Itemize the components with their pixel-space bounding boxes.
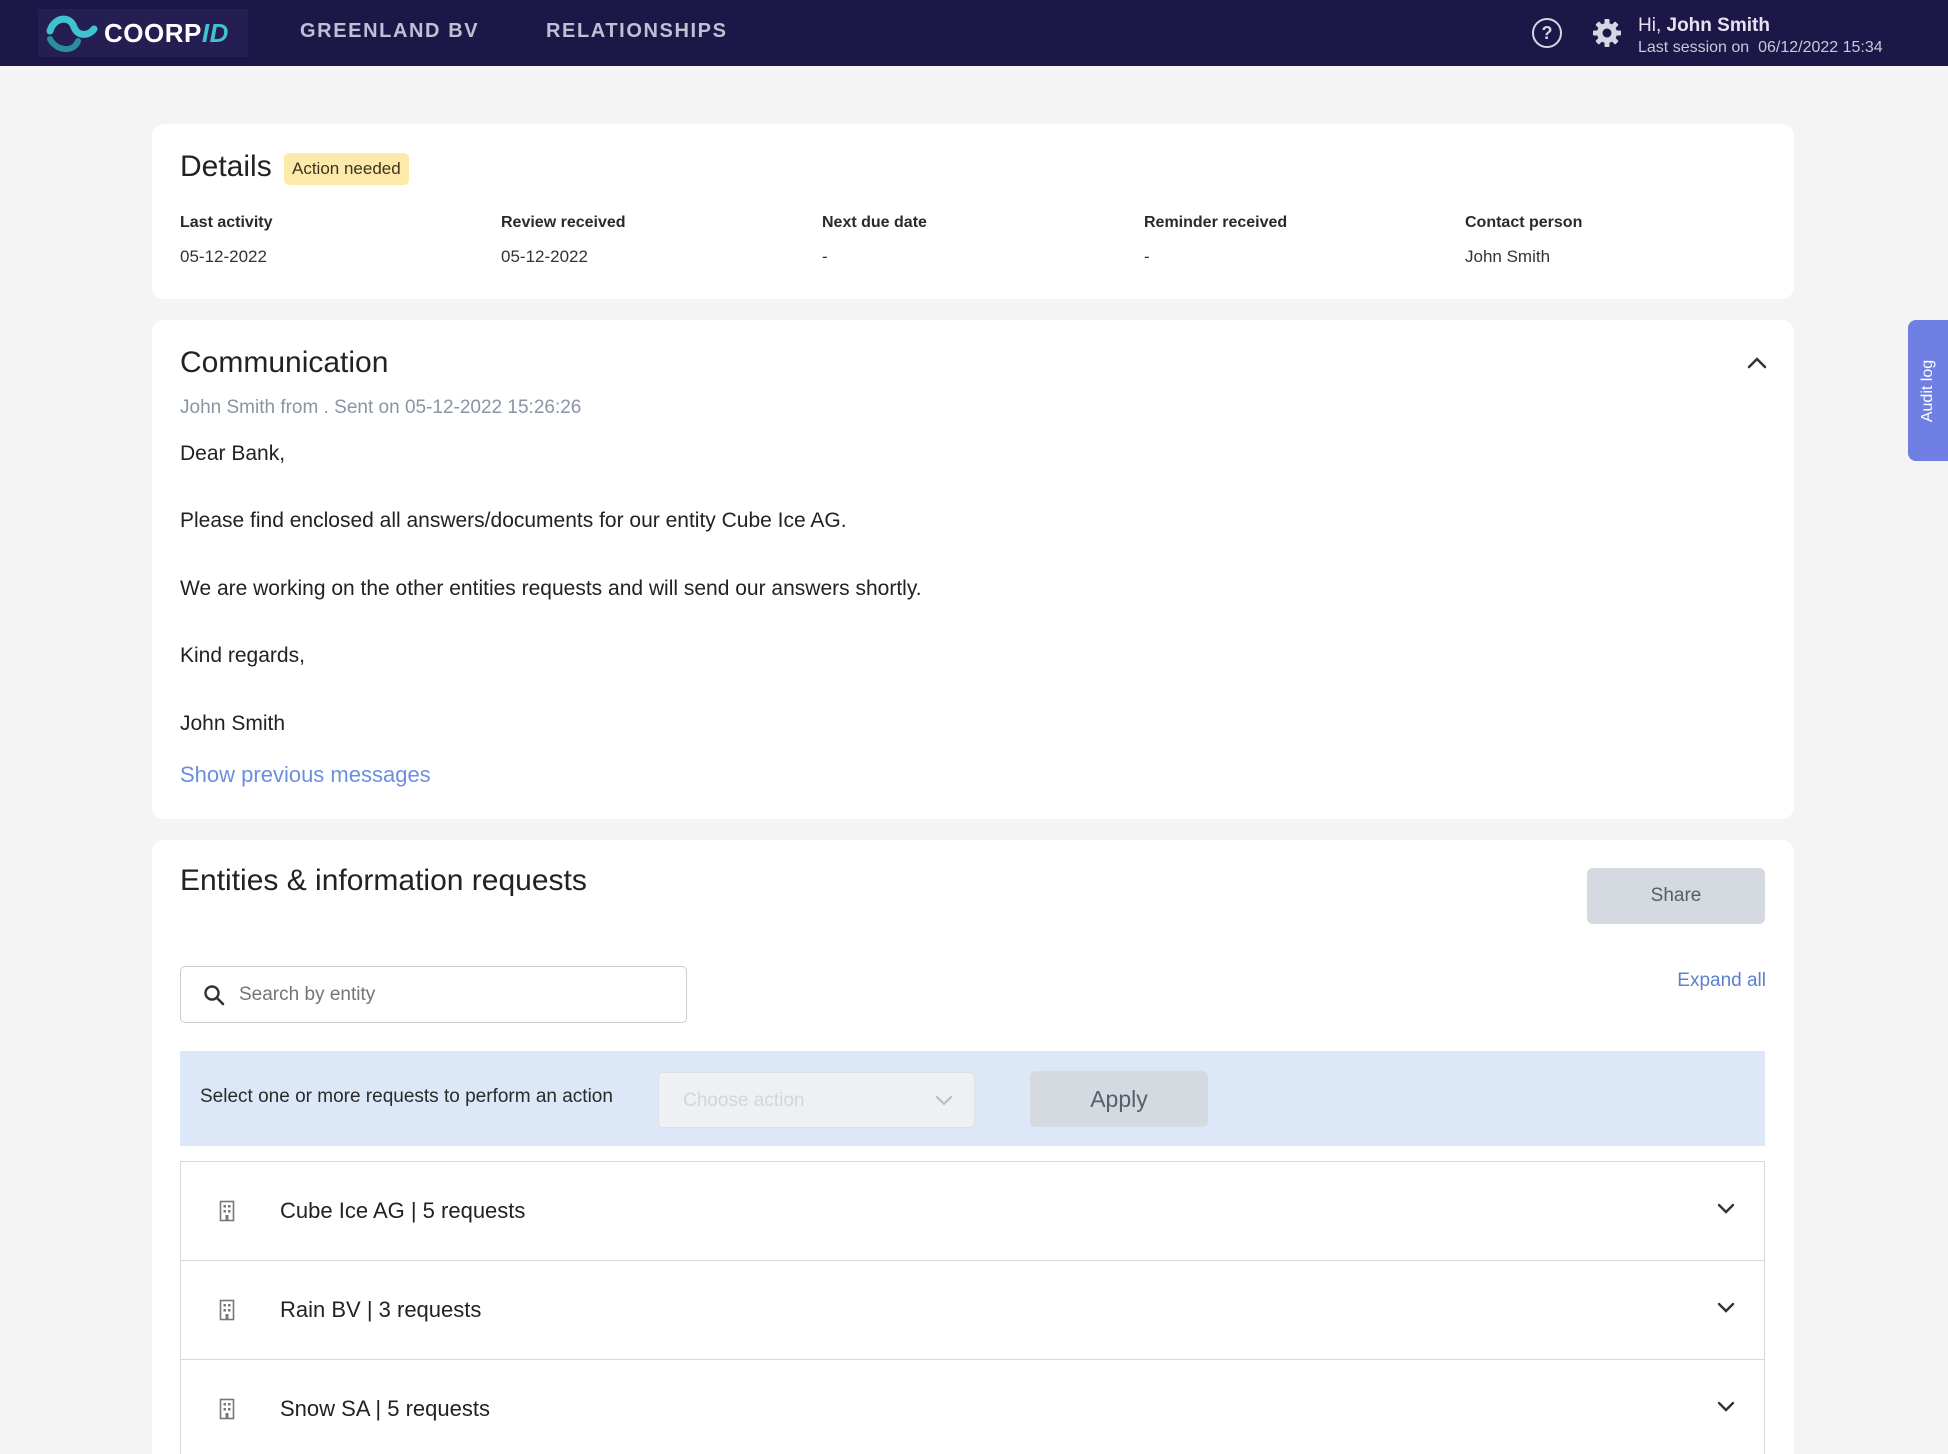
entities-title: Entities & information requests [180, 864, 587, 897]
detail-label: Review received [501, 214, 626, 231]
audit-log-label: Audit log [1919, 359, 1936, 422]
message-line: We are working on the other entities req… [180, 577, 922, 600]
entity-row-snow-sa[interactable]: Snow SA | 5 requests [180, 1359, 1765, 1454]
detail-review-received: Review received 05-12-2022 [501, 214, 626, 267]
detail-value: John Smith [1465, 247, 1551, 266]
communication-title: Communication [180, 346, 389, 379]
status-badge: Action needed [284, 153, 409, 185]
details-card: Details Action needed Last activity 05-1… [152, 124, 1794, 299]
nav-greenland-bv[interactable]: GREENLAND BV [300, 20, 479, 43]
entity-label: Cube Ice AG | 5 requests [280, 1198, 526, 1223]
detail-reminder-received: Reminder received - [1144, 214, 1287, 267]
message-line: Please find enclosed all answers/documen… [180, 509, 847, 532]
audit-log-tab[interactable]: Audit log [1908, 320, 1948, 461]
help-icon[interactable]: ? [1532, 18, 1562, 48]
detail-value: 05-12-2022 [180, 247, 267, 266]
nav-relationships[interactable]: RELATIONSHIPS [546, 20, 728, 43]
entities-card: Entities & information requests Share Ex… [152, 840, 1794, 1454]
details-title: Details [180, 150, 272, 183]
last-session: Last session on 06/12/2022 15:34 [1638, 39, 1883, 56]
message-line: Kind regards, [180, 644, 305, 667]
detail-label: Contact person [1465, 214, 1583, 231]
chevron-down-icon[interactable] [1716, 1202, 1736, 1216]
detail-contact-person: Contact person John Smith [1465, 214, 1582, 267]
detail-last-activity: Last activity 05-12-2022 [180, 214, 272, 267]
message-line: John Smith [180, 712, 286, 735]
detail-value: - [1144, 247, 1150, 266]
detail-next-due-date: Next due date - [822, 214, 927, 267]
show-previous-messages-link[interactable]: Show previous messages [180, 762, 431, 788]
detail-value: 05-12-2022 [501, 247, 588, 266]
entity-row-rain-bv[interactable]: Rain BV | 3 requests [180, 1260, 1765, 1360]
message-meta: John Smith from . Sent on 05-12-2022 15:… [180, 397, 582, 418]
user-greeting: Hi, John Smith [1638, 15, 1770, 36]
action-prompt: Select one or more requests to perform a… [200, 1086, 613, 1107]
expand-all-link[interactable]: Expand all [1677, 970, 1766, 992]
building-icon [219, 1398, 235, 1420]
apply-button[interactable]: Apply [1030, 1071, 1208, 1127]
entity-label: Snow SA | 5 requests [280, 1396, 490, 1421]
chevron-down-icon[interactable] [1716, 1301, 1736, 1315]
search-input[interactable] [239, 983, 639, 1006]
chevron-down-icon [936, 1096, 952, 1106]
top-nav-bar: COORPID GREENLAND BV RELATIONSHIPS ? Hi,… [0, 0, 1948, 66]
choose-action-placeholder: Choose action [683, 1090, 805, 1111]
communication-card: Communication John Smith from . Sent on … [152, 320, 1794, 819]
search-field [180, 966, 687, 1023]
search-icon [204, 984, 225, 1005]
gear-icon[interactable] [1591, 17, 1623, 49]
detail-label: Next due date [822, 214, 927, 231]
choose-action-select[interactable]: Choose action [658, 1072, 975, 1128]
logo[interactable]: COORPID [38, 9, 248, 57]
message-line: Dear Bank, [180, 442, 286, 465]
building-icon [219, 1299, 235, 1321]
share-button[interactable]: Share [1587, 868, 1765, 924]
detail-value: - [822, 247, 828, 266]
building-icon [219, 1200, 235, 1222]
entity-label: Rain BV | 3 requests [280, 1297, 482, 1322]
bulk-action-bar: Select one or more requests to perform a… [180, 1051, 1765, 1146]
detail-label: Last activity [180, 214, 273, 231]
detail-label: Reminder received [1144, 214, 1288, 231]
logo-text: COORPID [104, 17, 229, 48]
entity-row-cube-ice-ag[interactable]: Cube Ice AG | 5 requests [180, 1161, 1765, 1261]
chevron-down-icon[interactable] [1716, 1400, 1736, 1414]
logo-mark-icon [46, 15, 98, 52]
chevron-up-icon[interactable] [1746, 356, 1768, 370]
